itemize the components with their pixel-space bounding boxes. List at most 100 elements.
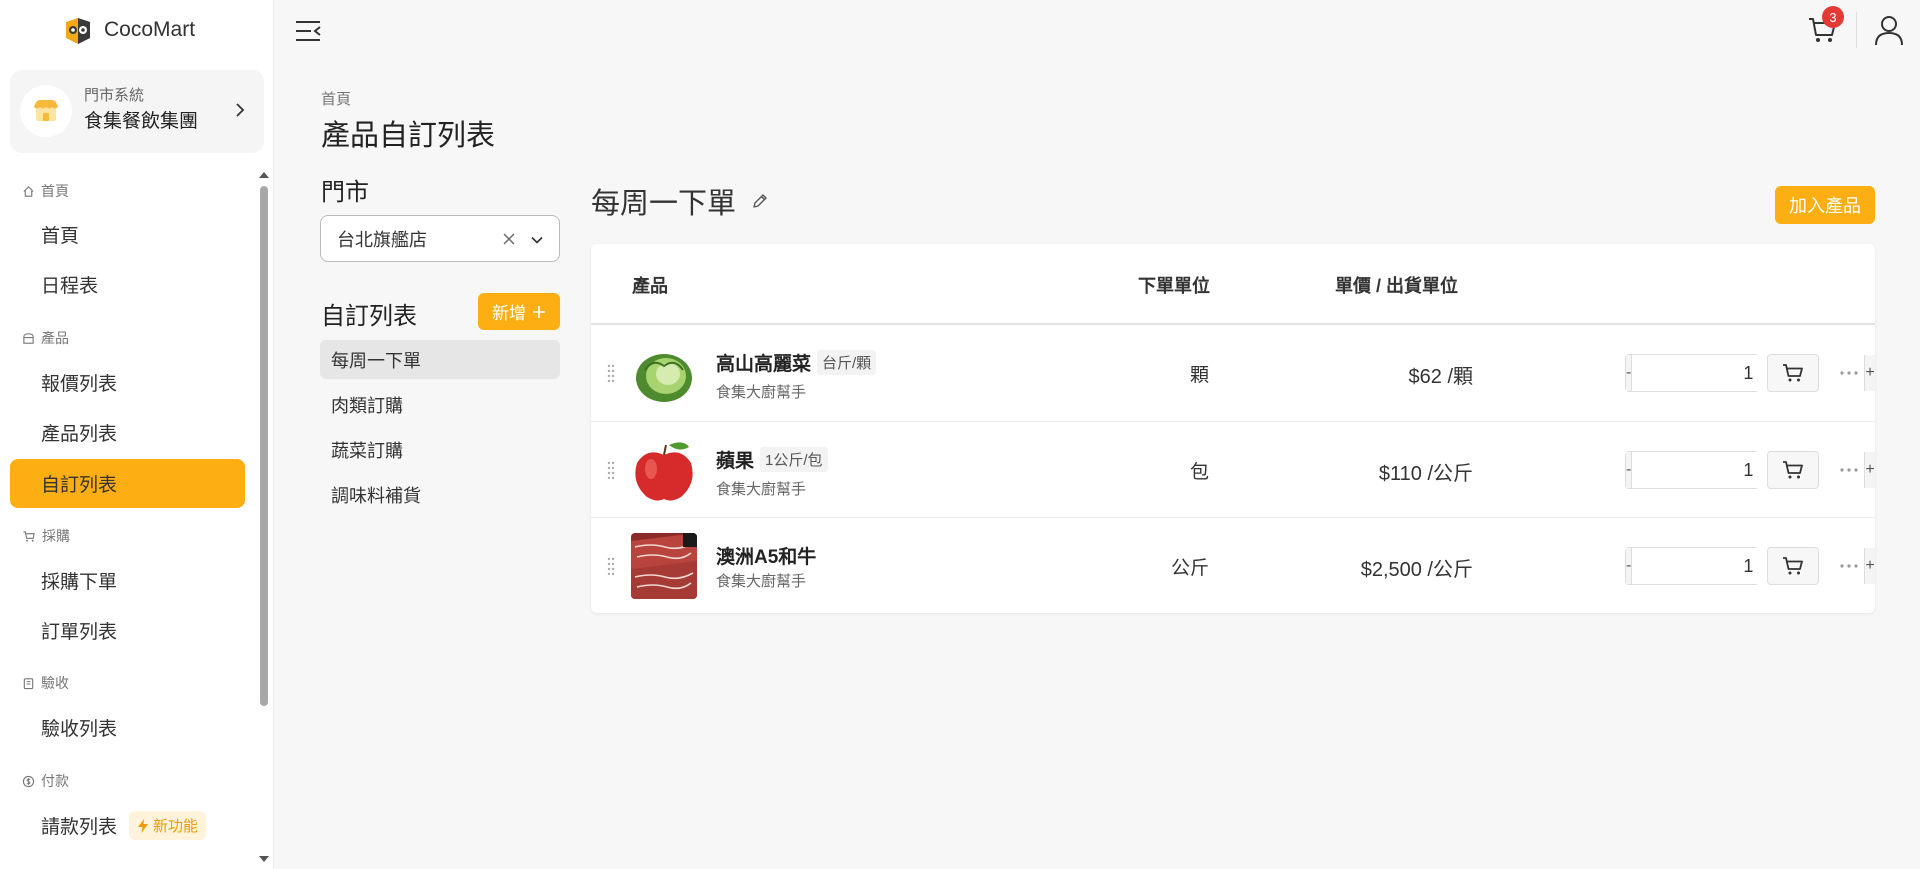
edit-pencil-icon[interactable]	[750, 191, 770, 211]
plus-icon	[533, 305, 545, 318]
sidebar-item-home[interactable]: 首頁	[10, 210, 245, 259]
cocomart-logo-icon	[62, 14, 94, 46]
product-image-apple	[631, 437, 697, 503]
cart-icon	[1783, 364, 1803, 382]
order-unit: 公斤	[1170, 558, 1209, 579]
unit-price: $110 /公斤	[1378, 463, 1473, 485]
sidebar-item-products[interactable]: 產品列表	[10, 408, 245, 457]
menu-collapse-icon[interactable]	[294, 18, 322, 44]
app-name: CocoMart	[104, 18, 196, 41]
sidebar-item-schedule[interactable]: 日程表	[10, 260, 245, 309]
store-avatar	[20, 85, 72, 137]
quantity-stepper: - +	[1625, 547, 1875, 585]
unit-price: $2,500 /公斤	[1360, 559, 1473, 581]
store-label: 門市	[321, 179, 369, 206]
list-item[interactable]: 蔬菜訂購	[320, 430, 560, 469]
order-unit: 包	[1189, 462, 1209, 483]
dollar-icon	[22, 775, 35, 787]
cart-icon	[1783, 557, 1803, 575]
quantity-input[interactable]	[1631, 452, 1866, 488]
nav-section-home: 首頁	[22, 181, 69, 201]
list-title: 每周一下單	[591, 180, 770, 222]
product-name[interactable]: 澳洲A5和牛	[716, 542, 816, 569]
order-unit: 顆	[1189, 365, 1209, 386]
cart-count-badge: 3	[1822, 6, 1844, 28]
drag-handle-icon[interactable]	[607, 460, 615, 480]
store-group-name: 食集餐飲集團	[84, 111, 199, 132]
drag-handle-icon[interactable]	[607, 363, 615, 383]
nav-section-products: 產品	[22, 328, 69, 348]
sidebar-item-custom-lists[interactable]: 自訂列表	[10, 459, 245, 508]
product-table: 產品 下單單位 單價 / 出貨單位 高山高麗菜 台斤/顆 食集大廚幫手 顆 $6…	[591, 244, 1875, 613]
more-horizontal-icon	[1840, 468, 1858, 472]
column-header-price: 單價 / 出貨單位	[1335, 276, 1459, 296]
table-row: 蘋果 1公斤/包 食集大廚幫手 包 $110 /公斤 - +	[591, 421, 1875, 517]
chevron-down-icon[interactable]	[529, 232, 545, 248]
box-icon	[23, 332, 34, 344]
topbar-divider	[1856, 12, 1857, 48]
more-options-button[interactable]	[1837, 556, 1861, 576]
table-row: 澳洲A5和牛 食集大廚幫手 公斤 $2,500 /公斤 - +	[591, 517, 1875, 613]
list-item[interactable]: 調味料補貨	[320, 475, 560, 514]
nav-section-receiving: 驗收	[22, 673, 69, 693]
new-feature-badge: 新功能	[129, 811, 207, 840]
increment-button[interactable]: +	[1865, 452, 1875, 488]
store-switcher[interactable]: 門市系統 食集餐飲集團	[10, 70, 264, 153]
product-name[interactable]: 蘋果 1公斤/包	[716, 446, 828, 473]
product-spec: 台斤/顆	[817, 350, 877, 375]
sidebar-item-orders[interactable]: 訂單列表	[10, 606, 245, 655]
list-item[interactable]: 肉類訂購	[320, 385, 560, 424]
nav-section-purchasing: 採購	[22, 526, 70, 546]
more-horizontal-icon	[1840, 371, 1858, 375]
column-header-product: 產品	[632, 276, 668, 296]
add-product-button[interactable]: 加入產品	[1775, 186, 1875, 224]
home-icon	[23, 185, 34, 197]
store-system-label: 門市系統	[84, 87, 145, 104]
scroll-up-arrow-icon[interactable]	[258, 170, 270, 180]
more-options-button[interactable]	[1837, 460, 1861, 480]
sidebar-item-receiving[interactable]: 驗收列表	[10, 703, 245, 752]
user-icon[interactable]	[1874, 14, 1904, 46]
product-spec: 1公斤/包	[760, 447, 828, 472]
sidebar-item-billing[interactable]: 請款列表 新功能	[10, 801, 245, 850]
table-row: 高山高麗菜 台斤/顆 食集大廚幫手 顆 $62 /顆 - +	[591, 325, 1875, 421]
increment-button[interactable]: +	[1865, 355, 1875, 391]
sidebar-item-quotes[interactable]: 報價列表	[10, 358, 245, 407]
product-supplier: 食集大廚幫手	[716, 384, 807, 401]
quantity-stepper: - +	[1625, 451, 1875, 489]
increment-button[interactable]: +	[1865, 548, 1875, 584]
chevron-right-icon	[236, 103, 245, 117]
list-item[interactable]: 每周一下單	[320, 340, 560, 379]
add-to-cart-button[interactable]	[1767, 451, 1819, 489]
product-supplier: 食集大廚幫手	[716, 573, 807, 590]
logo[interactable]: CocoMart	[62, 14, 195, 46]
add-to-cart-button[interactable]	[1767, 547, 1819, 585]
clear-icon[interactable]	[501, 231, 517, 247]
custom-list-label: 自訂列表	[321, 303, 417, 330]
cart-icon	[23, 530, 35, 542]
drag-handle-icon[interactable]	[607, 556, 615, 576]
nav-section-payment: 付款	[22, 771, 69, 791]
clipboard-icon	[23, 677, 34, 689]
breadcrumb[interactable]: 首頁	[321, 88, 351, 109]
sidebar: CocoMart 門市系統 食集餐飲集團 首頁 首頁 日程表 產品 報價列表 產…	[0, 0, 274, 869]
store-select-value: 台北旗艦店	[337, 229, 427, 250]
quantity-stepper: - +	[1625, 354, 1875, 392]
storefront-icon	[34, 100, 58, 121]
product-name[interactable]: 高山高麗菜 台斤/顆	[716, 349, 877, 376]
add-to-cart-button[interactable]	[1767, 354, 1819, 392]
quantity-input[interactable]	[1631, 548, 1866, 584]
scroll-down-arrow-icon[interactable]	[258, 854, 270, 864]
product-supplier: 食集大廚幫手	[716, 481, 807, 498]
cart-icon	[1783, 461, 1803, 479]
add-list-button[interactable]: 新增	[478, 293, 560, 330]
product-image-cabbage	[631, 340, 697, 406]
more-horizontal-icon	[1840, 564, 1858, 568]
unit-price: $62 /顆	[1408, 366, 1473, 388]
more-options-button[interactable]	[1837, 363, 1861, 383]
page-title: 產品自訂列表	[321, 120, 496, 152]
sidebar-scrollbar-thumb[interactable]	[260, 186, 268, 706]
quantity-input[interactable]	[1631, 355, 1866, 391]
sidebar-item-purchase-order[interactable]: 採購下單	[10, 556, 245, 605]
store-select[interactable]: 台北旗艦店	[320, 215, 560, 262]
